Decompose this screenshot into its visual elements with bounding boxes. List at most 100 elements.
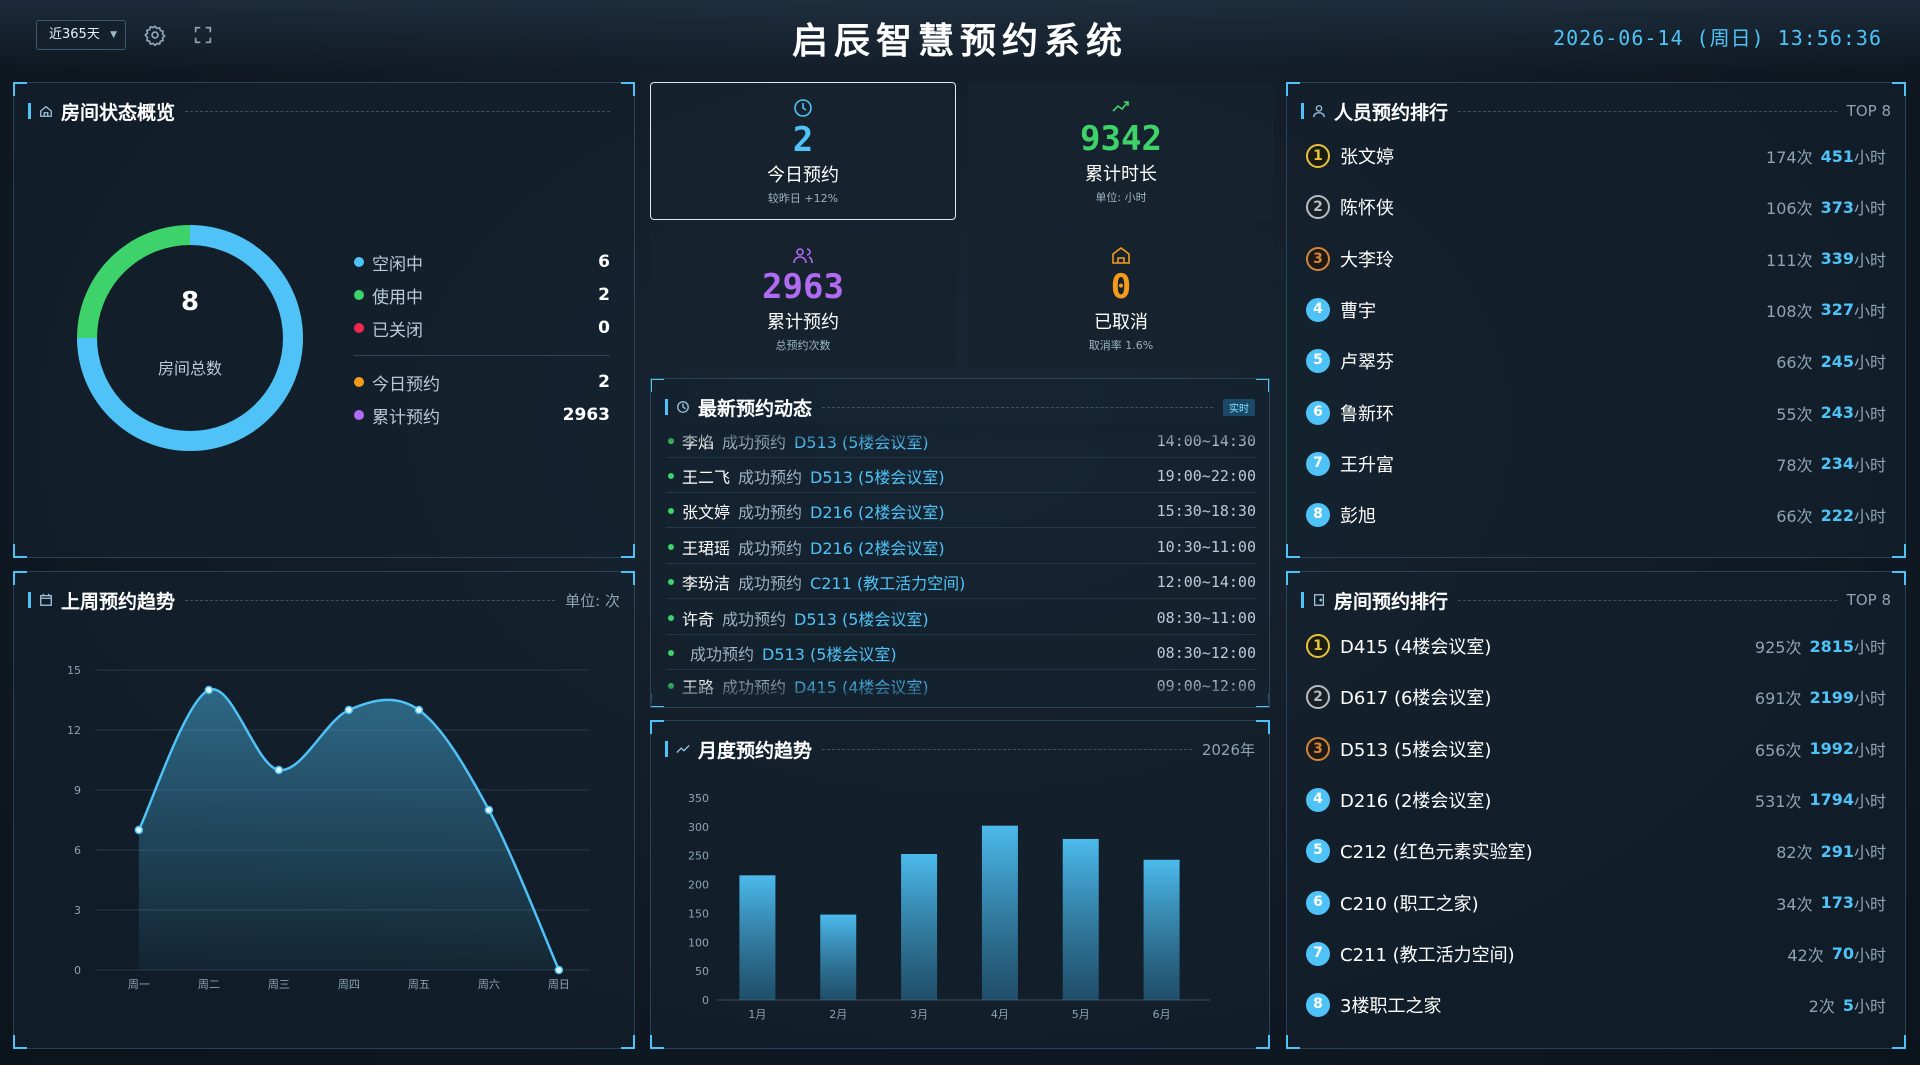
rank-item[interactable]: 1 张文婷 174次 451 小时 <box>1306 141 1886 171</box>
rank-item[interactable]: 3 大李玲 111次 339 小时 <box>1306 244 1886 274</box>
rank-item[interactable]: 5 卢翠芬 66次 245 小时 <box>1306 346 1886 376</box>
rank-count: 691次 <box>1754 689 1802 709</box>
rank-item[interactable]: 2 陈怀侠 106次 373 小时 <box>1306 192 1886 222</box>
activity-item[interactable]: 成功预约 D513 (5楼会议室) 08:30~12:00 <box>666 636 1256 670</box>
rank-item[interactable]: 2 D617 (6楼会议室) 691次 2199 小时 <box>1306 682 1886 712</box>
rank-name: 彭旭 <box>1340 506 1376 528</box>
bar[interactable] <box>981 825 1018 1000</box>
rank-item[interactable]: 8 彭旭 66次 222 小时 <box>1306 500 1886 530</box>
activity-time: 19:00~22:00 <box>1156 466 1256 485</box>
rank-count: 108次 <box>1766 301 1813 321</box>
rank-hours: 1794 <box>1809 790 1854 810</box>
rank-item[interactable]: 6 C210 (职工之家) 34次 173 小时 <box>1306 888 1886 918</box>
stat-card[interactable]: 0 已取消 取消率 1.6% <box>968 230 1274 368</box>
x-tick-label: 周五 <box>408 978 430 991</box>
data-point[interactable] <box>414 705 424 715</box>
stat-card[interactable]: 9342 累计时长 单位: 小时 <box>968 82 1274 220</box>
rank-count: 82次 <box>1776 843 1813 863</box>
rank-item[interactable]: 4 曹宇 108次 327 小时 <box>1306 295 1886 325</box>
x-tick-label: 周六 <box>478 978 500 991</box>
rank-item[interactable]: 7 王升富 78次 234 小时 <box>1306 449 1886 479</box>
rank-unit: 小时 <box>1853 199 1886 219</box>
area-fill <box>138 689 559 970</box>
y-tick-label: 15 <box>67 664 81 677</box>
x-tick-label: 周一 <box>128 978 150 991</box>
activity-item[interactable]: 王二飞 成功预约 D513 (5楼会议室) 19:00~22:00 <box>666 459 1256 493</box>
data-point[interactable] <box>204 685 214 695</box>
rank-hours: 1992 <box>1809 739 1854 759</box>
status-dot <box>668 578 674 585</box>
legend-value: 2 <box>598 372 610 392</box>
bar[interactable] <box>1143 859 1180 1000</box>
stat-card[interactable]: 2 今日预约 较昨日 +12% <box>650 82 956 220</box>
activity-room: D513 (5楼会议室) <box>810 467 945 487</box>
rank-item[interactable]: 7 C211 (教工活力空间) 42次 70 小时 <box>1306 939 1886 969</box>
rank-item[interactable]: 6 鲁新环 55次 243 小时 <box>1306 398 1886 428</box>
rank-number: 2 <box>1306 195 1330 220</box>
rank-name: 曹宇 <box>1340 300 1376 322</box>
rank-name: 陈怀侠 <box>1340 198 1394 220</box>
rank-name: 张文婷 <box>1340 147 1394 168</box>
y-tick-label: 300 <box>688 821 709 834</box>
bar[interactable] <box>739 875 776 1000</box>
activity-item[interactable]: 李玢洁 成功预约 C211 (教工活力空间) 12:00~14:00 <box>666 565 1256 599</box>
activity-room: D513 (5楼会议室) <box>794 609 929 629</box>
bar[interactable] <box>901 853 938 1000</box>
rank-item[interactable]: 1 D415 (4楼会议室) 925次 2815 小时 <box>1306 631 1886 661</box>
y-tick-label: 250 <box>688 850 709 863</box>
stat-label: 已取消 <box>1094 312 1148 333</box>
activity-room: C211 (教工活力空间) <box>810 573 966 593</box>
rank-item[interactable]: 5 C212 (红色元素实验室) 82次 291 小时 <box>1306 836 1886 866</box>
rank-name: 王升富 <box>1340 454 1394 476</box>
rank-item[interactable]: 8 3楼职工之家 2次 5 小时 <box>1306 990 1886 1020</box>
x-tick-label: 3月 <box>910 1008 928 1021</box>
stat-card[interactable]: 2963 累计预约 总预约次数 <box>650 230 956 368</box>
activity-action: 成功预约 <box>738 467 803 487</box>
activity-item[interactable]: 王珺瑶 成功预约 D216 (2楼会议室) 10:30~11:00 <box>666 530 1256 564</box>
home-icon <box>40 105 52 117</box>
activity-action: 成功预约 <box>722 609 787 629</box>
data-point[interactable] <box>344 705 354 715</box>
stat-value: 2963 <box>762 267 844 307</box>
rank-unit: 小时 <box>1853 843 1886 863</box>
stat-value: 9342 <box>1080 119 1162 159</box>
activity-time: 10:30~11:00 <box>1156 537 1256 556</box>
legend-item: 今日预约 2 <box>354 370 610 395</box>
rank-hours: 327 <box>1820 300 1854 320</box>
data-point[interactable] <box>274 765 284 775</box>
rank-item[interactable]: 4 D216 (2楼会议室) 531次 1794 小时 <box>1306 785 1886 815</box>
rank-number: 4 <box>1306 787 1330 812</box>
rank-number: 7 <box>1306 941 1330 966</box>
rank-number: 6 <box>1306 400 1330 425</box>
activity-item[interactable]: 许奇 成功预约 D513 (5楼会议室) 08:30~11:00 <box>666 601 1256 635</box>
legend-value: 2 <box>598 285 610 305</box>
bar[interactable] <box>820 914 857 1000</box>
rank-unit: 小时 <box>1853 404 1886 424</box>
legend-dot <box>354 323 364 333</box>
stat-label: 今日预约 <box>767 165 839 186</box>
data-point[interactable] <box>554 965 564 975</box>
rank-number: 4 <box>1306 297 1330 322</box>
legend-item: 空闲中 6 <box>354 250 610 275</box>
data-point[interactable] <box>134 825 144 835</box>
donut-slice[interactable] <box>77 225 191 339</box>
data-point[interactable] <box>484 805 494 815</box>
legend-label: 累计预约 <box>372 407 440 428</box>
activity-item[interactable]: 张文婷 成功预约 D216 (2楼会议室) 15:30~18:30 <box>666 494 1256 528</box>
y-tick-label: 100 <box>688 936 709 949</box>
activity-user: 王二飞 <box>682 467 731 487</box>
y-tick-label: 9 <box>74 784 81 797</box>
calendar-icon <box>40 593 52 606</box>
status-dot <box>668 649 674 656</box>
legend-value: 0 <box>598 318 610 338</box>
room-status-donut: 8 房间总数 <box>77 225 303 451</box>
rank-name: C212 (红色元素实验室) <box>1340 842 1533 864</box>
rank-hours: 173 <box>1820 893 1854 912</box>
clock-icon <box>677 401 689 413</box>
rank-unit: 小时 <box>1853 250 1886 270</box>
bar[interactable] <box>1062 838 1099 1000</box>
rank-name: C211 (教工活力空间) <box>1340 944 1515 966</box>
rank-number: 8 <box>1306 993 1330 1018</box>
rank-unit: 小时 <box>1853 791 1886 811</box>
rank-item[interactable]: 3 D513 (5楼会议室) 656次 1992 小时 <box>1306 734 1886 764</box>
